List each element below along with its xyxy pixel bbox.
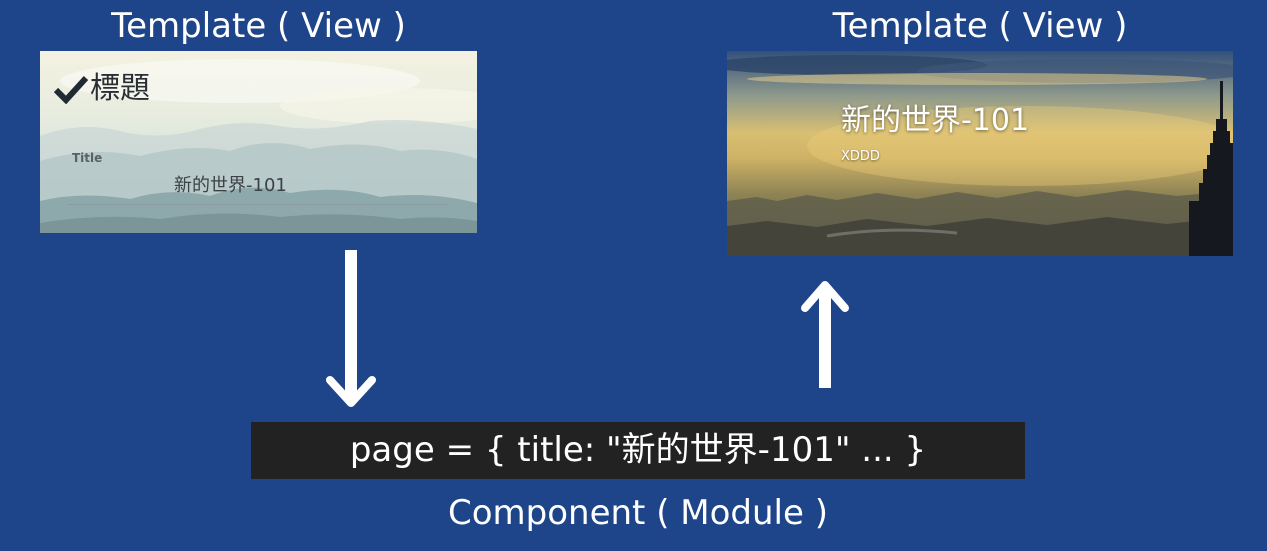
right-template-heading: Template ( View ) <box>832 6 1128 46</box>
left-template-view: 標題 Title 新的世界-101 <box>40 51 477 233</box>
component-caption: Component ( Module ) <box>448 493 828 533</box>
arrow-down-icon <box>326 250 376 407</box>
form-heading: 標題 <box>54 69 150 109</box>
city-skyline-background <box>727 55 1233 256</box>
view-title: 新的世界-101 <box>841 103 1030 138</box>
check-icon <box>54 75 88 104</box>
title-input[interactable]: 新的世界-101 <box>174 171 287 197</box>
right-template-view: 新的世界-101 XDDD <box>727 51 1233 256</box>
arrow-up-icon <box>801 281 849 388</box>
title-field-label: Title <box>72 151 103 165</box>
left-template-heading: Template ( View ) <box>111 6 406 46</box>
form-heading-text: 標題 <box>90 71 150 106</box>
view-subtitle: XDDD <box>841 149 880 164</box>
title-input-underline <box>68 204 448 205</box>
component-code: page = { title: "新的世界-101" ... } <box>251 422 1025 479</box>
